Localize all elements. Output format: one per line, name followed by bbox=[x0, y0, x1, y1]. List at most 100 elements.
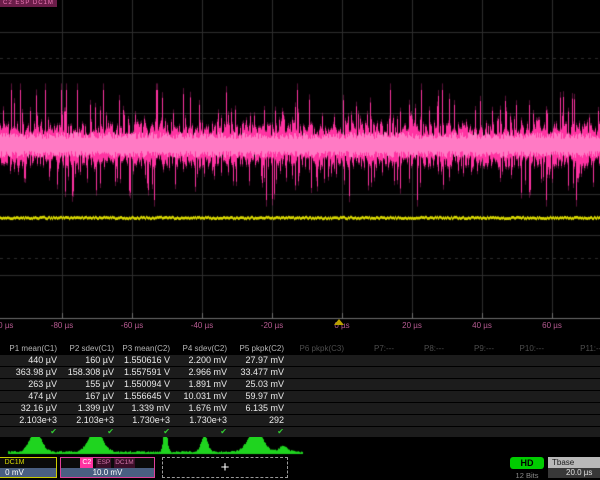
measure-value bbox=[347, 415, 397, 426]
hd-mode-badge[interactable]: HD bbox=[510, 457, 544, 469]
measure-value: 32.16 µV bbox=[0, 403, 60, 414]
measure-value: 155 µV bbox=[60, 379, 117, 390]
measure-value bbox=[397, 355, 447, 366]
oscilloscope-screen: C2 ESP DC1M -100 µs-80 µs-60 µs-40 µs-20… bbox=[0, 0, 600, 480]
measure-value: 440 µV bbox=[0, 355, 60, 366]
measure-value bbox=[497, 355, 547, 366]
measure-header-2[interactable]: P2 sdev(C1) bbox=[60, 342, 117, 355]
measure-header-9[interactable]: P9:--- bbox=[447, 342, 497, 355]
measure-value: 160 µV bbox=[60, 355, 117, 366]
status-bar: DC1M 0 mV C2 ESP DC1M 10.0 mV + HD 12 Bi… bbox=[0, 456, 600, 480]
measure-value: 2.966 mV bbox=[173, 367, 230, 378]
timebase-title: Tbase bbox=[548, 457, 600, 468]
trigger-position-marker[interactable] bbox=[334, 319, 344, 325]
measure-value: 2.103e+3 bbox=[60, 415, 117, 426]
measure-value: 1.891 mV bbox=[173, 379, 230, 390]
c1-coupling-label: DC1M bbox=[0, 458, 56, 468]
measure-value bbox=[447, 391, 497, 402]
measure-header-10[interactable]: P10:--- bbox=[497, 342, 547, 355]
measure-value: 27.97 mV bbox=[230, 355, 287, 366]
measure-value bbox=[497, 415, 547, 426]
measure-header-7[interactable]: P7:--- bbox=[347, 342, 397, 355]
measure-header-6[interactable]: P6 pkpk(C3) bbox=[287, 342, 347, 355]
add-trace-button[interactable]: + bbox=[162, 457, 288, 478]
c1-scale-value: 0 mV bbox=[0, 468, 56, 477]
measure-value bbox=[287, 403, 347, 414]
measure-value-row: 474 µV167 µV1.556645 V10.031 mV59.97 mV bbox=[0, 391, 600, 403]
channel-c1-descriptor[interactable]: DC1M 0 mV bbox=[0, 457, 57, 478]
measure-value bbox=[347, 379, 397, 390]
measure-value: 1.730e+3 bbox=[173, 415, 230, 426]
measure-value bbox=[447, 355, 497, 366]
measure-value: 1.556645 V bbox=[117, 391, 173, 402]
measure-value bbox=[287, 379, 347, 390]
status-empty bbox=[347, 427, 397, 437]
measure-value: 2.200 mV bbox=[173, 355, 230, 366]
plus-icon: + bbox=[221, 459, 230, 476]
measure-value: 292 bbox=[230, 415, 287, 426]
measure-value bbox=[347, 355, 397, 366]
measure-value bbox=[447, 415, 497, 426]
measure-value: 1.550616 V bbox=[117, 355, 173, 366]
measure-value bbox=[497, 403, 547, 414]
measure-header-4[interactable]: P4 sdev(C2) bbox=[173, 342, 230, 355]
measure-value bbox=[497, 367, 547, 378]
measure-value bbox=[447, 379, 497, 390]
measure-value: 25.03 mV bbox=[230, 379, 287, 390]
measure-header-1[interactable]: P1 mean(C1) bbox=[0, 342, 60, 355]
measure-value bbox=[547, 355, 600, 366]
c2-esp-tag: ESP bbox=[96, 458, 111, 468]
measure-value bbox=[397, 391, 447, 402]
status-check-icon: ✔ bbox=[230, 427, 287, 437]
measure-value bbox=[397, 367, 447, 378]
measure-header-8[interactable]: P8:--- bbox=[397, 342, 447, 355]
measure-value: 158.308 µV bbox=[60, 367, 117, 378]
channel-c2-descriptor[interactable]: C2 ESP DC1M 10.0 mV bbox=[60, 457, 155, 478]
measure-value bbox=[547, 403, 600, 414]
measure-value-row: 440 µV160 µV1.550616 V2.200 mV27.97 mV bbox=[0, 355, 600, 367]
measure-value: 1.557591 V bbox=[117, 367, 173, 378]
measure-status-row: ✔✔✔✔✔ bbox=[0, 427, 600, 437]
measure-value-row: 2.103e+32.103e+31.730e+31.730e+3292 bbox=[0, 415, 600, 427]
measure-value: 363.98 µV bbox=[0, 367, 60, 378]
measure-value: 263 µV bbox=[0, 379, 60, 390]
measure-value: 474 µV bbox=[0, 391, 60, 402]
measure-value bbox=[347, 391, 397, 402]
measure-value: 1.676 mV bbox=[173, 403, 230, 414]
trace-annotation-label: C2 ESP DC1M bbox=[0, 0, 57, 7]
measure-value bbox=[287, 367, 347, 378]
measure-value bbox=[397, 379, 447, 390]
measure-header-row: P1 mean(C1)P2 sdev(C1)P3 mean(C2)P4 sdev… bbox=[0, 342, 600, 355]
timebase-descriptor[interactable]: Tbase 20.0 µs bbox=[548, 457, 600, 478]
status-check-icon: ✔ bbox=[0, 427, 60, 437]
measure-value: 1.730e+3 bbox=[117, 415, 173, 426]
measure-header-5[interactable]: P5 pkpk(C2) bbox=[230, 342, 287, 355]
measure-header-3[interactable]: P3 mean(C2) bbox=[117, 342, 173, 355]
status-empty bbox=[497, 427, 547, 437]
hd-bits-label: 12 Bits bbox=[508, 471, 546, 480]
status-empty bbox=[547, 427, 600, 437]
timebase-value: 20.0 µs bbox=[548, 468, 600, 478]
measure-value bbox=[447, 403, 497, 414]
measure-value bbox=[347, 403, 397, 414]
measure-value: 6.135 mV bbox=[230, 403, 287, 414]
measure-value bbox=[447, 367, 497, 378]
measure-value: 59.97 mV bbox=[230, 391, 287, 402]
measure-value bbox=[547, 415, 600, 426]
measure-value-row: 263 µV155 µV1.550094 V1.891 mV25.03 mV bbox=[0, 379, 600, 391]
status-check-icon: ✔ bbox=[60, 427, 117, 437]
status-empty bbox=[287, 427, 347, 437]
measure-value: 2.103e+3 bbox=[0, 415, 60, 426]
measurement-table: P1 mean(C1)P2 sdev(C1)P3 mean(C2)P4 sdev… bbox=[0, 342, 600, 437]
measure-value bbox=[287, 355, 347, 366]
measure-value: 1.399 µV bbox=[60, 403, 117, 414]
measure-value bbox=[287, 391, 347, 402]
measure-header-11[interactable]: P11:--- bbox=[547, 342, 600, 355]
measure-value bbox=[347, 367, 397, 378]
c2-scale-value: 10.0 mV bbox=[61, 468, 154, 477]
status-empty bbox=[397, 427, 447, 437]
measure-value-row: 32.16 µV1.399 µV1.339 mV1.676 mV6.135 mV bbox=[0, 403, 600, 415]
measure-value: 33.477 mV bbox=[230, 367, 287, 378]
measure-value-row: 363.98 µV158.308 µV1.557591 V2.966 mV33.… bbox=[0, 367, 600, 379]
status-check-icon: ✔ bbox=[173, 427, 230, 437]
